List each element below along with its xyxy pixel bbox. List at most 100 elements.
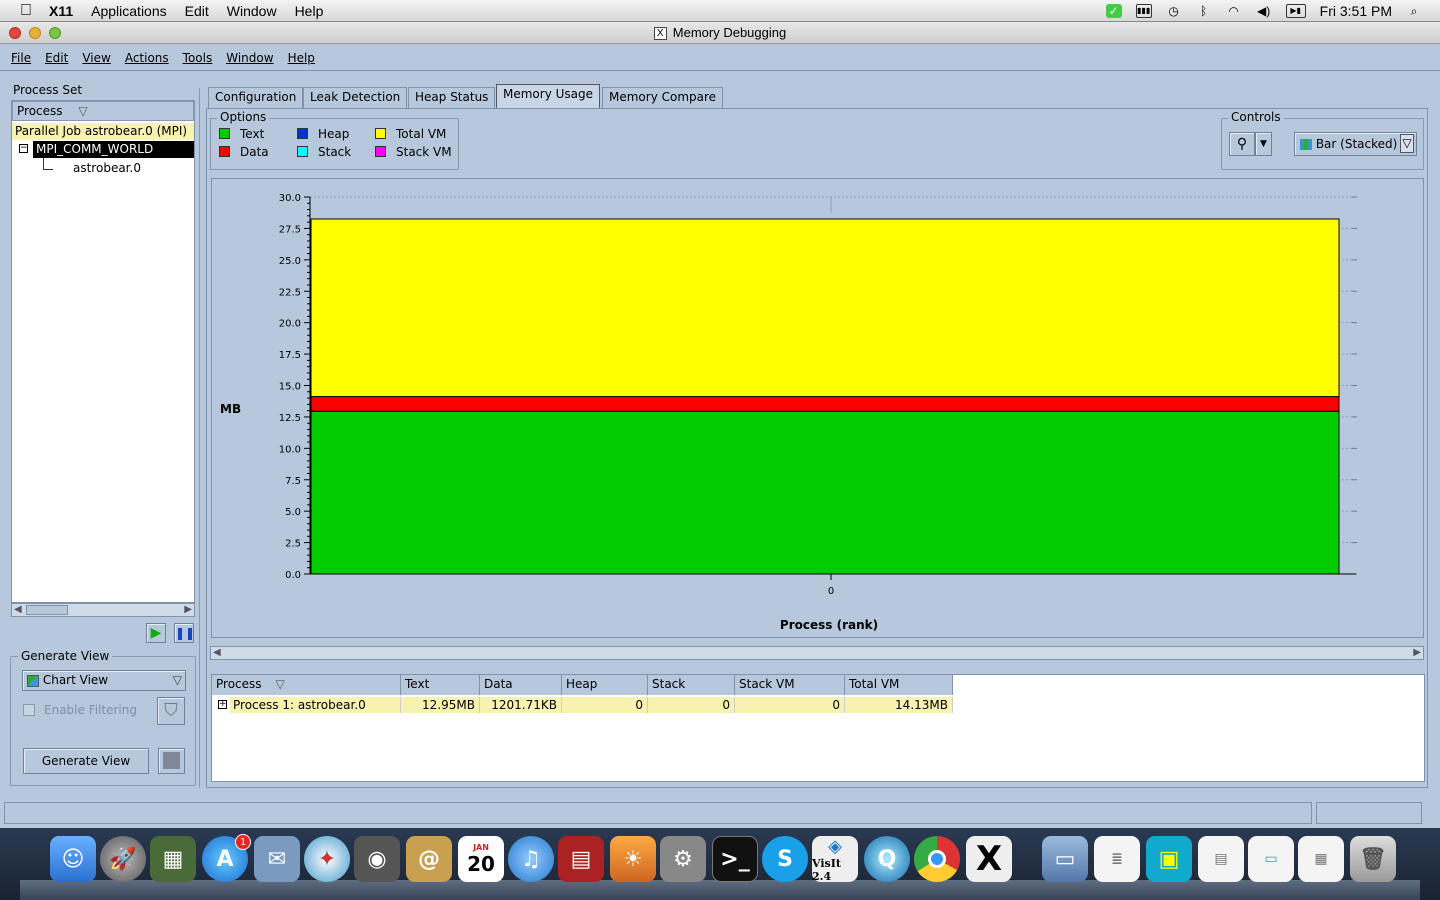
dock-visit-icon[interactable]: ◈ VisIt 2.4 xyxy=(812,836,858,883)
col-header-process[interactable]: Process ▽ xyxy=(212,675,401,695)
dock-window-icon-3[interactable]: ▦ xyxy=(1298,836,1344,882)
menu-file[interactable]: File xyxy=(4,51,38,65)
legend-heap-swatch[interactable] xyxy=(297,128,308,139)
tab-leak-detection[interactable]: Leak Detection xyxy=(303,87,408,108)
chart-type-select[interactable]: Bar (Stacked) ▽ xyxy=(1294,132,1417,156)
dock-facetime-icon[interactable]: ◉ xyxy=(354,836,400,882)
menubar-window[interactable]: Window xyxy=(218,3,286,19)
dock-window-icon-2[interactable]: ▭ xyxy=(1248,836,1294,882)
menubar-help[interactable]: Help xyxy=(286,3,333,19)
stop-button[interactable] xyxy=(158,748,185,774)
legend-stackvm-swatch[interactable] xyxy=(375,146,386,157)
filter-icon[interactable]: ⛉ xyxy=(157,697,185,725)
menubar-applications[interactable]: Applications xyxy=(82,3,176,19)
sort-icon[interactable]: ▽ xyxy=(78,104,87,118)
legend-totalvm-swatch[interactable] xyxy=(375,128,386,139)
menu-help[interactable]: Help xyxy=(281,51,322,65)
col-header-totalvm[interactable]: Total VM xyxy=(845,675,953,695)
scroll-right-icon[interactable]: ▶ xyxy=(184,604,192,615)
dock-finder-icon[interactable]: ☺ xyxy=(50,836,96,882)
tab-heap-status[interactable]: Heap Status xyxy=(408,87,496,108)
legend-stack-swatch[interactable] xyxy=(297,146,308,157)
menu-view[interactable]: View xyxy=(75,51,117,65)
dock-contacts-icon[interactable]: @ xyxy=(406,836,452,882)
process-tree[interactable] xyxy=(11,100,195,603)
bluetooth-icon[interactable]: ᛒ xyxy=(1196,4,1212,18)
dock-trash-icon[interactable]: 🗑 xyxy=(1350,836,1396,882)
legend-heap-label: Heap xyxy=(318,127,350,141)
dock-document-icon[interactable]: ≣ xyxy=(1094,836,1140,882)
volume-icon[interactable]: ◀) xyxy=(1256,4,1272,18)
calendar-month: JAN xyxy=(473,842,489,852)
menubar-edit[interactable]: Edit xyxy=(176,3,218,19)
view-select[interactable]: Chart View ▽ xyxy=(22,670,186,691)
zoom-window-button[interactable] xyxy=(49,27,61,39)
dock-quicktime-icon[interactable]: Q xyxy=(864,836,910,882)
close-window-button[interactable] xyxy=(9,27,21,39)
dock-window-icon[interactable]: ▤ xyxy=(1198,836,1244,882)
dock-x11-icon[interactable]: X xyxy=(966,836,1012,882)
minimize-window-button[interactable] xyxy=(29,27,41,39)
dock-terminal-icon[interactable]: >_ xyxy=(712,836,758,882)
col-header-text[interactable]: Text xyxy=(401,675,480,695)
menu-actions[interactable]: Actions xyxy=(118,51,176,65)
menubar-app[interactable]: X11 xyxy=(40,3,82,19)
dock-skype-icon[interactable]: S xyxy=(762,836,808,882)
zoom-button[interactable]: ⚲ xyxy=(1229,132,1255,156)
dock-mail-icon[interactable]: ✉ xyxy=(254,836,300,882)
dock-image-icon[interactable]: ▣ xyxy=(1146,836,1192,882)
chart-hscrollbar[interactable]: ◀ ▶ xyxy=(210,646,1424,660)
scroll-right-icon[interactable]: ▶ xyxy=(1413,647,1421,658)
battery-icon[interactable]: ▶▮ xyxy=(1285,4,1306,18)
menu-edit[interactable]: Edit xyxy=(38,51,75,65)
dock-preview-icon[interactable]: ▦ xyxy=(150,836,196,882)
dock-folder-icon[interactable]: ▭ xyxy=(1042,836,1088,882)
table-row-process[interactable]: Process 1: astrobear.0 xyxy=(230,697,401,713)
battery-monitor-icon[interactable]: ▮▮▮ xyxy=(1135,4,1152,18)
tab-configuration[interactable]: Configuration xyxy=(208,87,304,108)
sort-icon[interactable]: ▽ xyxy=(276,677,285,691)
wifi-icon[interactable]: ◠ xyxy=(1226,4,1242,18)
scroll-thumb[interactable] xyxy=(26,605,68,615)
splitter[interactable] xyxy=(199,88,203,788)
dock-itunes-icon[interactable]: ♫ xyxy=(508,836,554,882)
dock-iphoto-icon[interactable]: ☀ xyxy=(610,836,656,882)
time-machine-icon[interactable]: ◷ xyxy=(1166,4,1182,18)
stop-icon xyxy=(163,752,180,769)
clock[interactable]: Fri 3:51 PM xyxy=(1320,3,1392,19)
col-header-stackvm[interactable]: Stack VM xyxy=(735,675,845,695)
parallel-job-item[interactable]: Parallel Job astrobear.0 (MPI) xyxy=(12,123,194,140)
spotlight-icon[interactable]: ⌕ xyxy=(1406,4,1422,18)
col-header-data[interactable]: Data xyxy=(480,675,562,695)
menu-window[interactable]: Window xyxy=(219,51,280,65)
apple-icon[interactable]:  xyxy=(0,2,40,20)
dock-calendar-icon[interactable]: JAN 20 xyxy=(458,836,504,882)
play-button[interactable]: ▶ xyxy=(146,623,166,643)
menu-tools[interactable]: Tools xyxy=(176,51,220,65)
dock-chrome-icon[interactable] xyxy=(914,836,960,882)
rank-item[interactable]: astrobear.0 xyxy=(73,161,141,175)
pause-button[interactable]: ❚❚ xyxy=(174,623,195,643)
dock-photobooth-icon[interactable]: ▤ xyxy=(558,836,604,882)
dock-sysprefs-icon[interactable]: ⚙ xyxy=(660,836,706,882)
comm-world-item[interactable]: MPI_COMM_WORLD xyxy=(33,141,194,158)
col-header-stack[interactable]: Stack xyxy=(648,675,735,695)
expand-icon[interactable]: + xyxy=(218,700,227,709)
legend-text-swatch[interactable] xyxy=(219,128,230,139)
generate-view-button[interactable]: Generate View xyxy=(23,748,149,774)
legend-data-swatch[interactable] xyxy=(219,146,230,157)
process-tree-hscrollbar[interactable]: ◀ ▶ xyxy=(11,603,195,617)
dock-launchpad-icon[interactable]: 🚀 xyxy=(100,836,146,882)
tab-memory-compare[interactable]: Memory Compare xyxy=(602,87,724,108)
col-header-heap[interactable]: Heap xyxy=(562,675,648,695)
status-check-icon[interactable]: ✓ xyxy=(1105,4,1122,18)
enable-filtering-checkbox[interactable] xyxy=(23,704,35,716)
scroll-left-icon[interactable]: ◀ xyxy=(14,604,22,615)
expand-icon[interactable]: − xyxy=(19,144,28,153)
zoom-dropdown-button[interactable]: ▼ xyxy=(1255,132,1272,156)
bar-data xyxy=(310,396,1340,412)
dock-safari-icon[interactable]: ✦ xyxy=(304,836,350,882)
process-tree-header[interactable]: Process ▽ xyxy=(12,101,194,121)
scroll-left-icon[interactable]: ◀ xyxy=(213,647,221,658)
tab-memory-usage[interactable]: Memory Usage xyxy=(496,84,601,109)
